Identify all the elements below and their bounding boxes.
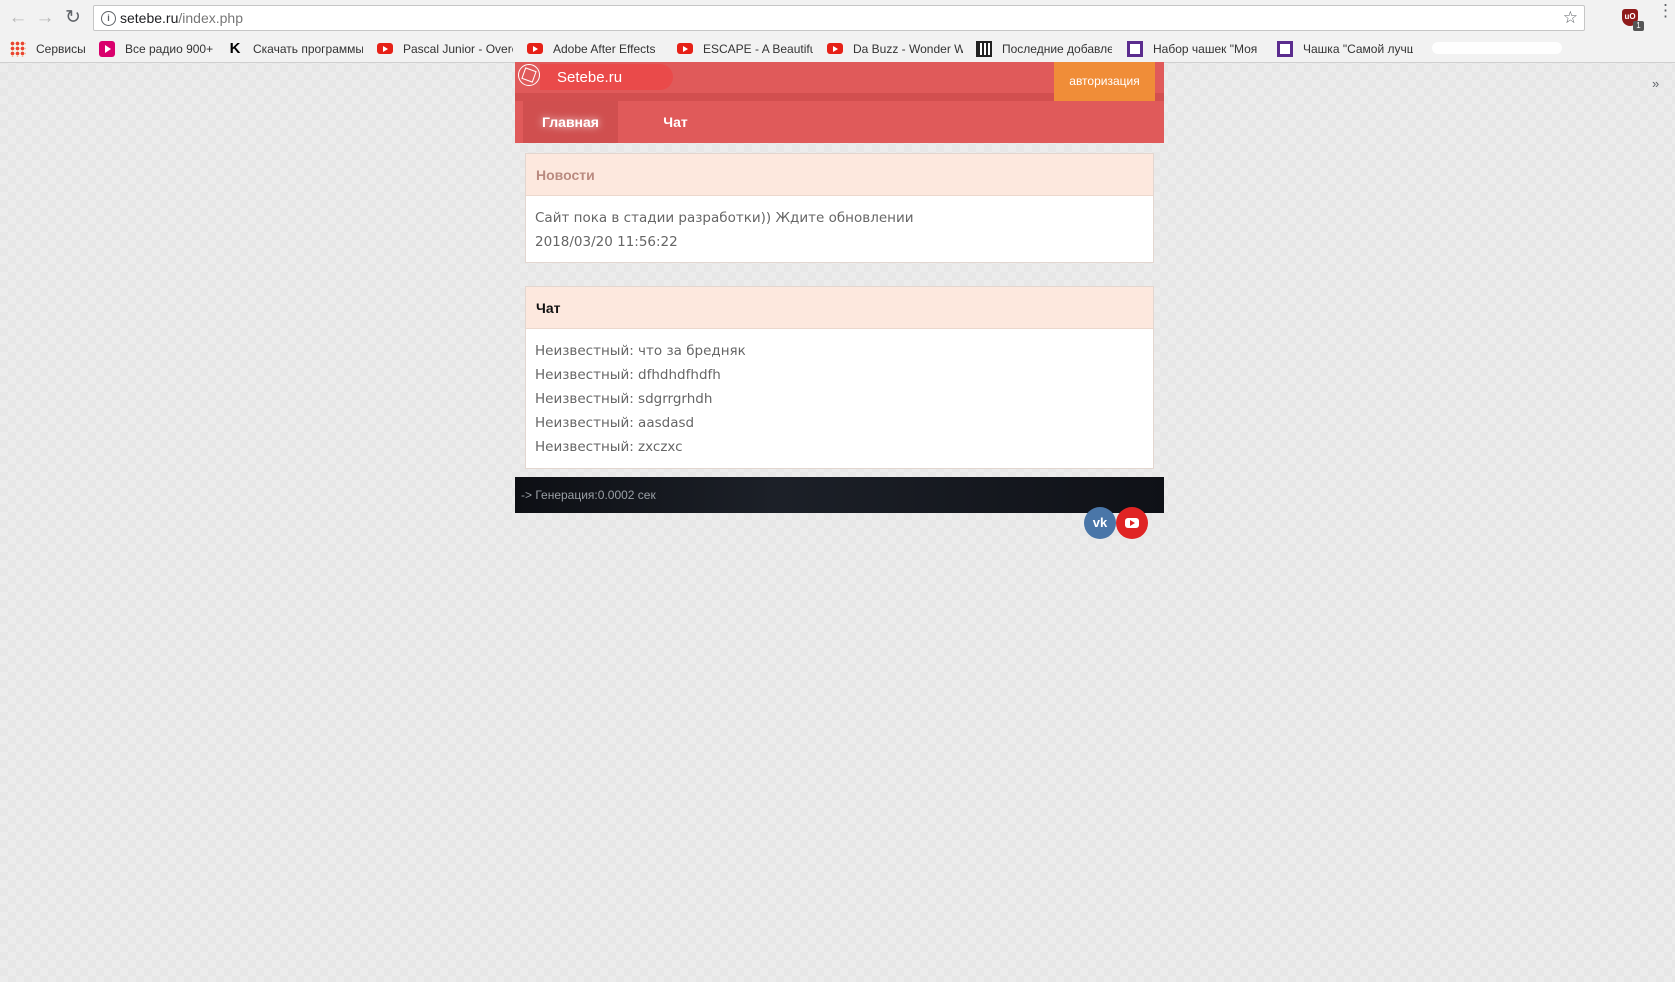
bookmarks-bar: Сервисы Все радио 900+ K Скачать программ… (0, 36, 1675, 91)
url-host: setebe.ru (120, 10, 179, 26)
chat-message: Неизвестный: sdgrrgrhdh (535, 391, 713, 407)
vk-icon[interactable]: vk (1084, 507, 1116, 539)
bookmark-label: Da Buzz - Wonder W (853, 42, 963, 56)
film-icon (976, 40, 992, 57)
nav-item-home[interactable]: Главная (523, 101, 618, 143)
aperture-logo-icon[interactable] (518, 64, 540, 86)
news-panel-body: Сайт пока в стадии разработки)) Ждите об… (526, 196, 1153, 263)
chat-message: Неизвестный: dfhdhdfhdfh (535, 367, 721, 383)
bookmarks-overflow-icon[interactable]: » (1652, 76, 1659, 91)
bookmark-da-buzz[interactable]: Da Buzz - Wonder W (827, 40, 963, 58)
bookmark-label: ESCAPE - A Beautiful (703, 42, 813, 56)
bookmark-label: Pascal Junior - Overc (403, 42, 513, 56)
chat-messages: Неизвестный: что за бредняк Неизвестный:… (526, 329, 1153, 468)
cup-icon (1127, 40, 1143, 57)
site-header: Setebe.ru авторизация (515, 62, 1164, 101)
browser-chrome: ← → ↻ i setebe.ru/index.php ☆ uO 1 ⋮ Сер… (0, 0, 1675, 91)
news-date: 2018/03/20 11:56:22 (535, 234, 678, 250)
bookmark-radio[interactable]: Все радио 900+ (99, 40, 215, 58)
bookmark-star-icon[interactable]: ☆ (1563, 8, 1578, 28)
cup-icon (1277, 40, 1293, 57)
k-icon: K (229, 40, 241, 57)
chat-panel-title: Чат (526, 287, 1153, 329)
site-footer: -> Генерация:0.0002 сек (515, 477, 1164, 513)
extension-badge: 1 (1633, 21, 1644, 31)
bookmark-label: Набор чашек "Моя (1153, 42, 1258, 56)
apps-icon (10, 40, 26, 57)
bookmark-best-cup[interactable]: Чашка "Самой лучш (1277, 40, 1413, 58)
youtube-icon[interactable] (1116, 507, 1148, 539)
bookmark-escape[interactable]: ESCAPE - A Beautiful (677, 40, 813, 58)
main-nav: Главная Чат (515, 101, 1164, 143)
chat-message: Неизвестный: aasdasd (535, 415, 695, 431)
youtube-icon (827, 43, 843, 55)
chat-message: Неизвестный: что за бредняк (535, 343, 746, 359)
bookmark-pascal-junior[interactable]: Pascal Junior - Overc (377, 40, 513, 58)
youtube-play-icon (1125, 518, 1139, 528)
bookmark-cup-set[interactable]: Набор чашек "Моя (1127, 40, 1263, 58)
url-text[interactable]: setebe.ru/index.php (120, 10, 243, 26)
login-button[interactable]: авторизация (1054, 62, 1155, 101)
bookmark-label: Adobe After Effects (553, 42, 656, 56)
youtube-icon (377, 43, 393, 55)
nav-item-chat[interactable]: Чат (628, 101, 723, 143)
browser-toolbar: ← → ↻ i setebe.ru/index.php ☆ uO 1 ⋮ (0, 0, 1675, 36)
bookmark-label: Чашка "Самой лучш (1303, 42, 1413, 56)
chat-panel: Чат Неизвестный: что за бредняк Неизвест… (525, 286, 1154, 469)
news-text: Сайт пока в стадии разработки)) Ждите об… (535, 210, 914, 226)
back-arrow-icon[interactable]: ← (6, 6, 30, 30)
bookmark-after-effects[interactable]: Adobe After Effects (527, 40, 663, 58)
bookmark-latest[interactable]: Последние добавле (976, 40, 1112, 58)
news-panel-title: Новости (526, 154, 1153, 196)
bookmark-label: Последние добавле (1002, 42, 1112, 56)
redacted-bookmark (1432, 42, 1562, 54)
reload-icon[interactable]: ↻ (61, 6, 85, 30)
bookmark-label: Все радио 900+ (125, 42, 214, 56)
site-logo-text[interactable]: Setebe.ru (557, 69, 622, 86)
bookmark-programs[interactable]: K Скачать программы (227, 40, 363, 58)
url-path: /index.php (178, 10, 243, 26)
bookmark-label: Сервисы (36, 42, 86, 56)
address-bar[interactable]: i setebe.ru/index.php ☆ (93, 5, 1585, 31)
forward-arrow-icon[interactable]: → (33, 6, 57, 30)
news-panel: Новости Сайт пока в стадии разработки)) … (525, 153, 1154, 263)
info-icon[interactable]: i (101, 11, 116, 26)
bookmark-label: Скачать программы (253, 42, 363, 56)
browser-menu-icon[interactable]: ⋮ (1657, 2, 1674, 19)
bookmark-services[interactable]: Сервисы (10, 40, 90, 58)
chat-message: Неизвестный: zxczxc (535, 439, 683, 455)
youtube-icon (527, 43, 543, 55)
youtube-icon (677, 43, 693, 55)
radio-icon (99, 40, 115, 57)
